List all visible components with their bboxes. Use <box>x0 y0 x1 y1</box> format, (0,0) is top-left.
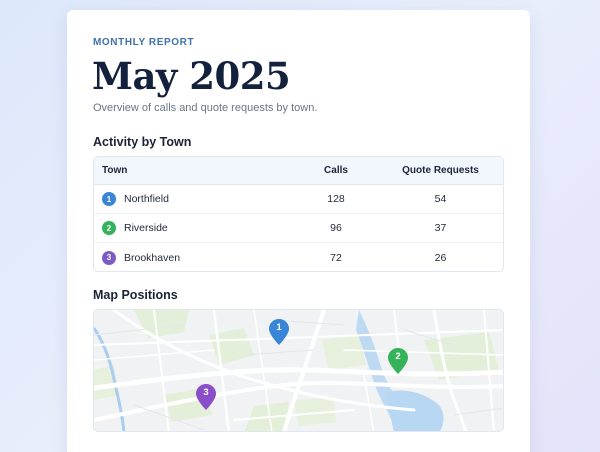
activity-heading: Activity by Town <box>93 135 192 149</box>
town-badge: 3 <box>102 250 116 265</box>
report-eyebrow: MONTHLY REPORT <box>93 37 195 48</box>
report-card: MONTHLY REPORT May 2025 Overview of call… <box>67 10 530 452</box>
town-name: Brookhaven <box>124 251 181 264</box>
map-pin-3[interactable]: 3 <box>196 384 216 410</box>
table-row: 3 Brookhaven 72 26 <box>94 243 503 271</box>
calls-value: 128 <box>327 193 345 205</box>
quotes-value: 37 <box>434 222 447 234</box>
activity-table: Town Calls Quote Requests 1 Northfield 1… <box>93 156 504 272</box>
page-title: May 2025 <box>92 54 291 98</box>
map-heading: Map Positions <box>93 288 178 302</box>
map-pin-label: 1 <box>276 322 282 333</box>
map-pin-label: 3 <box>203 387 209 398</box>
calls-value: 72 <box>330 251 342 264</box>
column-town: Town <box>102 165 128 176</box>
page-subtitle: Overview of calls and quote requests by … <box>93 102 318 114</box>
quotes-value: 54 <box>434 193 447 205</box>
table-header: Town Calls Quote Requests <box>94 157 503 185</box>
column-calls: Calls <box>324 165 348 176</box>
table-row: 2 Riverside 96 37 <box>94 214 503 243</box>
column-quotes: Quote Requests <box>402 165 479 176</box>
table-row: 1 Northfield 128 54 <box>94 185 503 214</box>
town-badge: 2 <box>102 221 116 235</box>
quotes-value: 26 <box>434 251 447 264</box>
map-pin-label: 2 <box>395 351 401 362</box>
map-background <box>94 310 503 431</box>
map-pin-1[interactable]: 1 <box>269 319 289 345</box>
town-badge: 1 <box>102 192 116 206</box>
map-pin-2[interactable]: 2 <box>388 348 408 374</box>
town-name: Riverside <box>124 222 168 234</box>
town-name: Northfield <box>124 193 169 205</box>
town-map[interactable]: 1 2 3 <box>93 309 504 432</box>
calls-value: 96 <box>330 222 342 234</box>
